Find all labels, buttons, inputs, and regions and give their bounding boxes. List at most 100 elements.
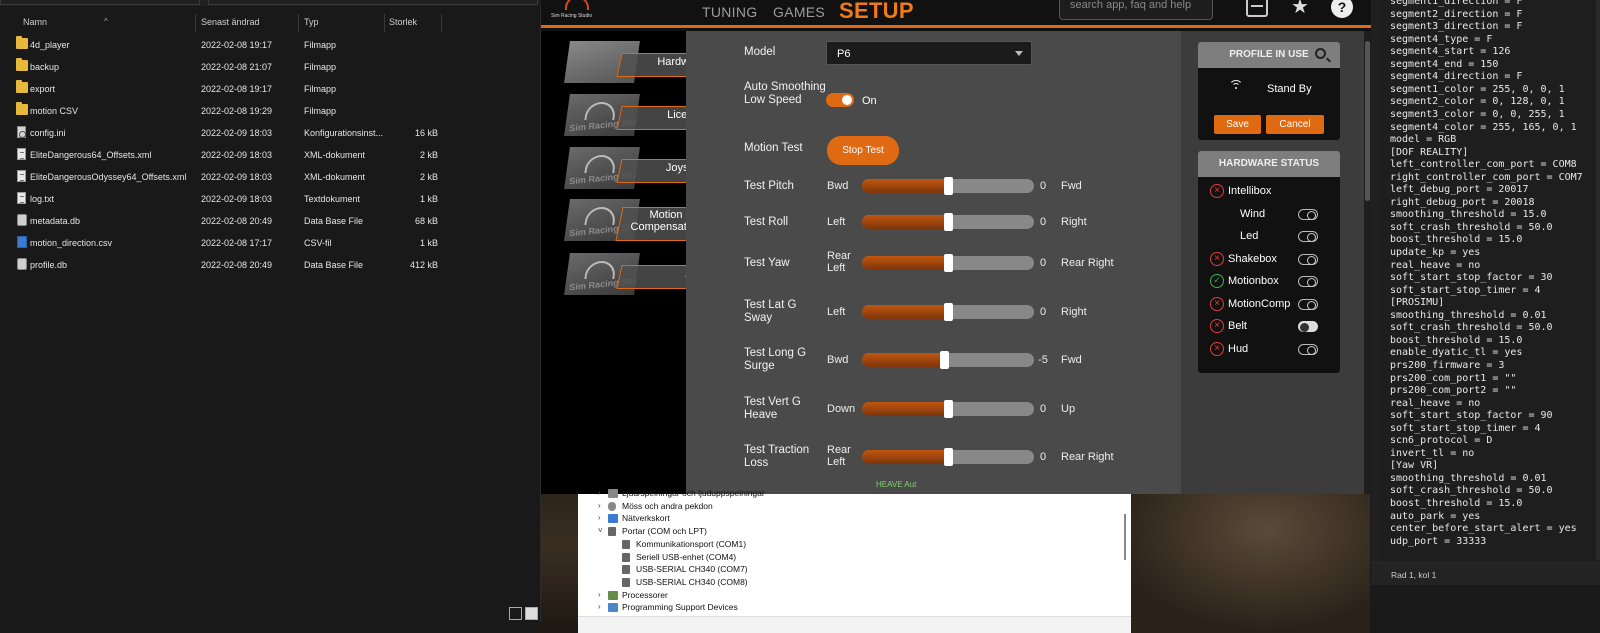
test-row: Test Traction Loss Rear Left 0 Rear Right: [686, 444, 1181, 486]
chevron-icon[interactable]: ›: [598, 513, 601, 522]
auto-smoothing-state: On: [862, 95, 877, 107]
column-header-modified[interactable]: Senast ändrad: [201, 17, 260, 27]
test-slider-handle[interactable]: [939, 351, 949, 369]
column-header-type[interactable]: Typ: [304, 17, 319, 27]
editor-line: [Yaw VR]: [1390, 460, 1439, 472]
hardware-toggle[interactable]: [1298, 253, 1318, 265]
device-icon[interactable]: [1246, 0, 1268, 17]
hardware-name: Belt: [1228, 320, 1247, 332]
file-type: Konfigurationsinst...: [304, 128, 384, 138]
test-row: Test Lat G Sway Left 0 Right: [686, 299, 1181, 341]
hardware-toggle[interactable]: [1298, 343, 1318, 355]
chevron-icon[interactable]: ›: [598, 501, 601, 510]
auto-smoothing-toggle[interactable]: [826, 93, 854, 107]
file-type: XML-dokument: [304, 172, 366, 182]
file-modified: 2022-02-08 21:07: [201, 62, 273, 72]
file-row[interactable]: profile.db 2022-02-08 20:49 Data Base File…: [0, 254, 541, 276]
port-icon: [622, 565, 630, 575]
file-row[interactable]: EliteDangerous64_Offsets.xml 2022-02-09 1…: [0, 144, 541, 166]
file-row[interactable]: EliteDangerousOdyssey64_Offsets.xml 2022-…: [0, 166, 541, 188]
db-icon: [17, 214, 27, 226]
test-slider-handle[interactable]: [944, 400, 953, 418]
chevron-icon[interactable]: ›: [598, 590, 601, 599]
file-row[interactable]: config.ini 2022-02-09 18:03 Konfigurations…: [0, 122, 541, 144]
editor-line: segment4_end = 150: [1390, 58, 1499, 70]
hardware-toggle[interactable]: [1298, 321, 1318, 332]
sort-ascending-icon: ^: [104, 17, 108, 26]
editor-line: left_debug_port = 20017: [1390, 184, 1529, 196]
srs-scrollbar[interactable]: [1364, 31, 1371, 494]
editor-line: right_debug_port = 20018: [1390, 196, 1535, 208]
address-bar[interactable]: [0, 0, 200, 5]
test-row: Test Roll Left 0 Right: [686, 211, 1181, 251]
hardware-toggle[interactable]: [1298, 208, 1318, 220]
column-header-size[interactable]: Storlek: [389, 17, 417, 27]
chevron-icon[interactable]: ˅: [598, 526, 603, 535]
hardware-toggle[interactable]: [1298, 276, 1318, 287]
search-input[interactable]: search app, faq and help: [1059, 0, 1213, 20]
test-label: Test Traction Loss: [744, 444, 810, 469]
test-slider-handle[interactable]: [944, 177, 953, 195]
editor-line: scn6_protocol = D: [1390, 435, 1493, 447]
details-view-icon[interactable]: [509, 607, 522, 620]
model-dropdown[interactable]: P6: [826, 41, 1032, 65]
editor-line: model = RGB: [1390, 134, 1457, 146]
column-header-name[interactable]: Namn: [23, 17, 47, 27]
file-row[interactable]: backup 2022-02-08 21:07 Filmapp: [0, 56, 541, 78]
tab-tuning[interactable]: TUNING: [702, 4, 757, 20]
file-row[interactable]: motion CSV 2022-02-08 19:29 Filmapp: [0, 100, 541, 122]
save-button[interactable]: Save: [1214, 115, 1261, 134]
editor-line: segment2_color = 0, 128, 0, 1: [1390, 96, 1565, 108]
test-row: Test Long G Surge Bwd -5 Fwd: [686, 347, 1181, 389]
test-slider-handle[interactable]: [944, 303, 953, 321]
test-row: Test Pitch Bwd 0 Fwd: [686, 175, 1181, 215]
hardware-toggle[interactable]: [1298, 231, 1318, 242]
search-box[interactable]: [208, 0, 538, 5]
large-icons-view-icon[interactable]: [525, 607, 538, 620]
editor-line: segment3_color = 0, 0, 255, 1: [1390, 108, 1565, 120]
editor-line: prs200_com_port1 = "": [1390, 372, 1517, 384]
file-type: Textdokument: [304, 194, 361, 204]
test-slider-handle[interactable]: [944, 254, 953, 272]
file-name: profile.db: [30, 260, 68, 270]
mouse-icon: [608, 501, 616, 511]
tab-setup[interactable]: SETUP: [839, 0, 914, 24]
file-row[interactable]: 4d_player 2022-02-08 19:17 Filmapp: [0, 34, 541, 56]
editor-line: boost_threshold = 15.0: [1390, 234, 1523, 246]
test-slider-fill: [862, 402, 948, 416]
file-row[interactable]: motion_direction.csv 2022-02-08 17:17 CSV-…: [0, 232, 541, 254]
editor-line: enable_dyatic_tl = yes: [1390, 347, 1523, 359]
test-value: 0: [1039, 451, 1047, 463]
stop-test-button[interactable]: Stop Test: [827, 136, 899, 165]
tab-games[interactable]: GAMES: [773, 4, 825, 20]
test-high-label: Up: [1061, 403, 1076, 415]
editor-line: prs200_com_port2 = "": [1390, 385, 1517, 397]
search-icon[interactable]: [1315, 48, 1326, 59]
column-header-row: ^ Namn Senast ändrad Typ Storlek: [0, 10, 541, 34]
file-size: 2 kB: [419, 150, 438, 160]
chevron-icon[interactable]: ›: [598, 488, 601, 497]
csv-icon: [17, 236, 27, 248]
test-slider-handle[interactable]: [944, 448, 953, 466]
test-low-label: Bwd: [827, 354, 849, 366]
explorer-top-strip: [0, 0, 541, 6]
file-row[interactable]: log.txt 2022-02-09 18:03 Textdokument 1 kB: [0, 188, 541, 210]
help-icon[interactable]: ?: [1331, 0, 1353, 18]
test-slider-fill: [862, 179, 948, 193]
file-name: motion_direction.csv: [30, 238, 113, 248]
file-name: EliteDangerous64_Offsets.xml: [30, 150, 152, 160]
chevron-down-icon: [1015, 51, 1023, 56]
hardware-toggle[interactable]: [1298, 298, 1318, 310]
test-slider-handle[interactable]: [944, 213, 953, 231]
chevron-icon[interactable]: ›: [598, 602, 601, 611]
device-tree-scrollbar[interactable]: [1124, 514, 1126, 560]
file-row[interactable]: metadata.db 2022-02-08 20:49 Data Base Fil…: [0, 210, 541, 232]
setup-sidebar: Hardware Sim Racing Stu License Sim Raci…: [541, 31, 713, 494]
cancel-button[interactable]: Cancel: [1266, 115, 1324, 134]
star-icon[interactable]: ★: [1289, 0, 1311, 17]
port-icon: [622, 577, 630, 587]
status-column: PROFILE IN USE Stand By Save Cancel HARD…: [1181, 31, 1371, 494]
editor-scrollbar[interactable]: [1596, 0, 1600, 560]
file-modified: 2022-02-09 18:03: [201, 172, 273, 182]
file-row[interactable]: export 2022-02-08 19:17 Filmapp: [0, 78, 541, 100]
